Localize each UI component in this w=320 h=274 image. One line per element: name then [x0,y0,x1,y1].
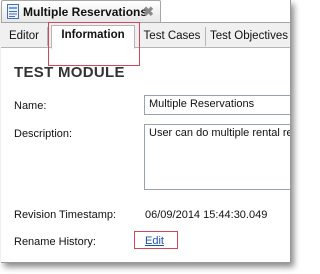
editor-title-tab[interactable]: Multiple Reservations ✖ [1,0,161,23]
information-panel: Multiple Reservations ✖ Editor Informati… [1,0,291,263]
document-icon [7,4,19,19]
tab-test-cases[interactable]: Test Cases [139,27,206,46]
name-field[interactable]: Multiple Reservations [144,95,290,115]
description-label: Description: [14,128,73,140]
rename-history-label: Rename History: [14,236,96,248]
tab-editor[interactable]: Editor [1,27,48,46]
name-label: Name: [14,100,47,112]
information-tab-highlight [48,22,140,66]
editor-title: Multiple Reservations [23,5,148,19]
page-title: TEST MODULE [14,64,125,81]
revision-timestamp-label: Revision Timestamp: [14,209,117,221]
close-icon[interactable]: ✖ [143,4,154,20]
edit-link-highlight [134,231,178,249]
description-text: User can do multiple rental reservations [149,127,290,139]
revision-timestamp-value: 06/09/2014 15:44:30.049 [145,209,268,221]
description-field[interactable]: User can do multiple rental reservations [144,124,290,190]
tab-test-objectives[interactable]: Test Objectives [207,27,290,46]
tab-bar: Editor Information Test Cases Test Objec… [1,23,290,49]
